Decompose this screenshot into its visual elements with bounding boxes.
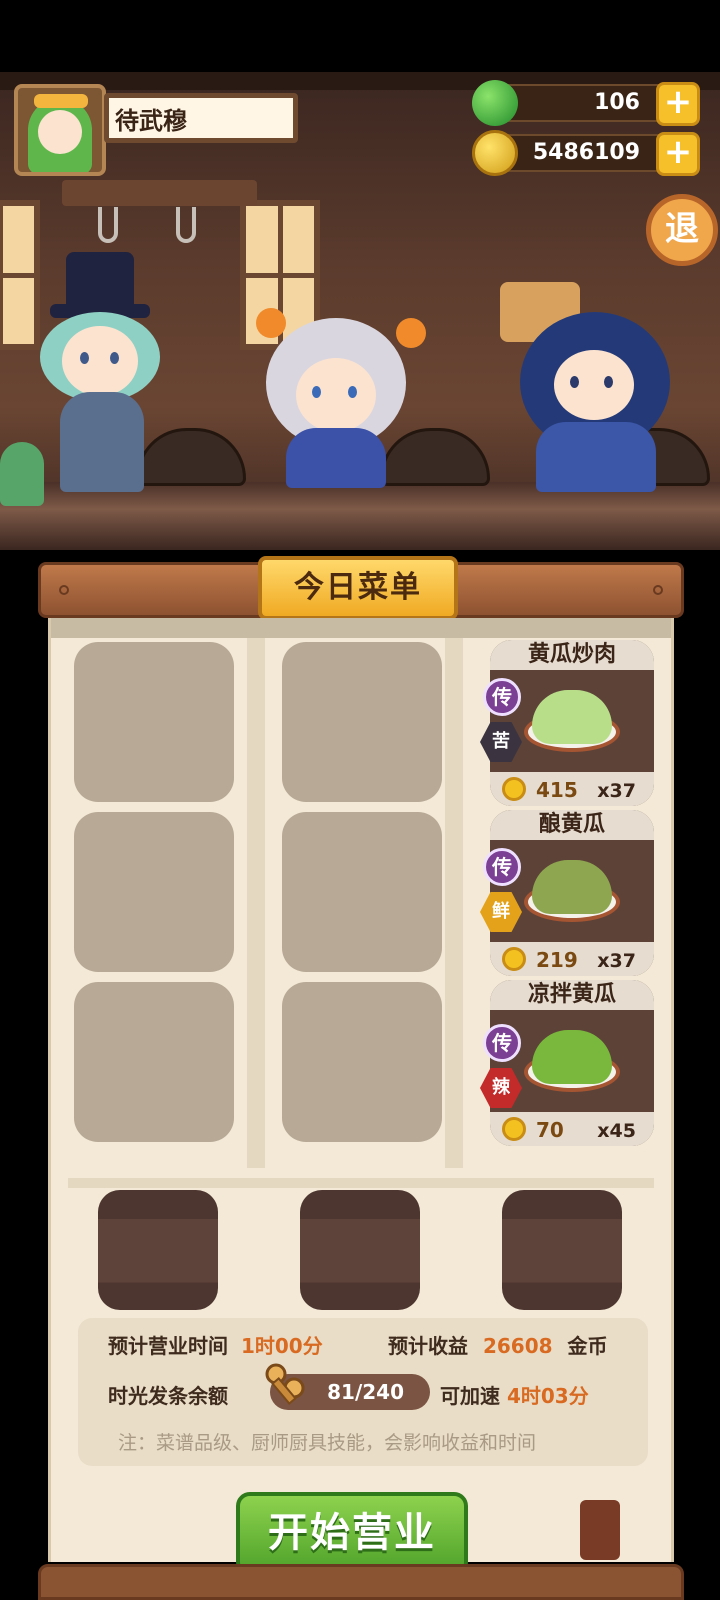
note-text: 注：菜谱品级、厨师厨具技能，会影响收益和时间 [118, 1432, 537, 1454]
menu-slot-empty[interactable] [74, 982, 234, 1142]
crown-icon [34, 94, 88, 108]
rank-badge: 传 [483, 848, 521, 886]
income-label: 预计收益 [388, 1334, 468, 1358]
chef-slot[interactable] [98, 1190, 218, 1310]
time-label: 预计营业时间 [108, 1334, 228, 1358]
chef-character-1[interactable] [30, 252, 170, 492]
cactus-icon [0, 442, 44, 506]
time-value: 1时00分 [240, 1334, 323, 1358]
menu-slot-empty[interactable] [74, 642, 234, 802]
hook-icon [176, 207, 196, 243]
player-avatar[interactable] [14, 84, 106, 176]
income-value: 26608 [482, 1334, 553, 1358]
coin-value: 5486109 [532, 140, 640, 165]
dish-card[interactable]: 酿黄瓜 219 x37 [490, 810, 654, 976]
hanging-shelf [62, 180, 257, 206]
coin-icon [502, 777, 526, 801]
chef-slot[interactable] [502, 1190, 622, 1310]
dish-quantity: x37 [597, 780, 636, 802]
gem-value: 106 [594, 90, 640, 115]
menu-slot-empty[interactable] [282, 982, 442, 1142]
cucumber-dish-icon [532, 690, 612, 744]
dish-card[interactable]: 凉拌黄瓜 70 x45 [490, 980, 654, 1146]
chef-character-3[interactable] [470, 272, 700, 492]
rank-badge: 传 [483, 678, 521, 716]
coin-icon [502, 947, 526, 971]
menu-title: 今日菜单 [258, 556, 458, 620]
orange-icon [256, 308, 286, 338]
dish-name: 酿黄瓜 [490, 810, 654, 840]
divider [68, 1178, 654, 1188]
orange-icon [396, 318, 426, 348]
time-row: 预计营业时间 1时00分 [108, 1330, 323, 1359]
speedup-label: 可加速 [440, 1384, 500, 1408]
income-row: 预计收益 26608 金币 [388, 1330, 608, 1359]
bottom-bar [38, 1564, 684, 1600]
utensil-holder-icon [580, 1500, 620, 1560]
player-name: 待武穆 [104, 93, 298, 143]
hook-icon [98, 207, 118, 243]
dish-name: 凉拌黄瓜 [490, 980, 654, 1010]
wind-up-key-icon [264, 1362, 308, 1408]
dish-price: 415 [536, 778, 578, 802]
spring-label: 时光发条余额 [108, 1384, 228, 1408]
menu-slot-empty[interactable] [282, 812, 442, 972]
gem-counter: 106 + [472, 80, 700, 126]
dish-price: 219 [536, 948, 578, 972]
add-coins-button[interactable]: + [656, 132, 700, 176]
exit-button[interactable]: 退 [646, 194, 718, 266]
stuffed-cucumber-icon [532, 860, 612, 914]
cucumber-salad-icon [532, 1030, 612, 1084]
dish-price: 70 [536, 1118, 564, 1142]
dish-quantity: x45 [597, 1120, 636, 1142]
speedup-row: 可加速 4时03分 [440, 1380, 589, 1409]
dish-name: 黄瓜炒肉 [490, 640, 654, 670]
menu-slot-empty[interactable] [282, 642, 442, 802]
add-gems-button[interactable]: + [656, 82, 700, 126]
speedup-value: 4时03分 [506, 1384, 589, 1408]
rank-badge: 传 [483, 1024, 521, 1062]
chef-slot[interactable] [300, 1190, 420, 1310]
menu-slot-empty[interactable] [74, 812, 234, 972]
green-gem-icon [472, 80, 518, 126]
coin-icon [502, 1117, 526, 1141]
dish-card[interactable]: 黄瓜炒肉 415 x37 [490, 640, 654, 806]
coin-icon [472, 130, 518, 176]
coin-counter: 5486109 + [472, 130, 700, 176]
top-hat-icon [66, 252, 134, 312]
dish-quantity: x37 [597, 950, 636, 972]
income-unit: 金币 [567, 1334, 608, 1358]
kitchen-counter [0, 482, 720, 550]
chef-character-2[interactable] [236, 288, 436, 488]
